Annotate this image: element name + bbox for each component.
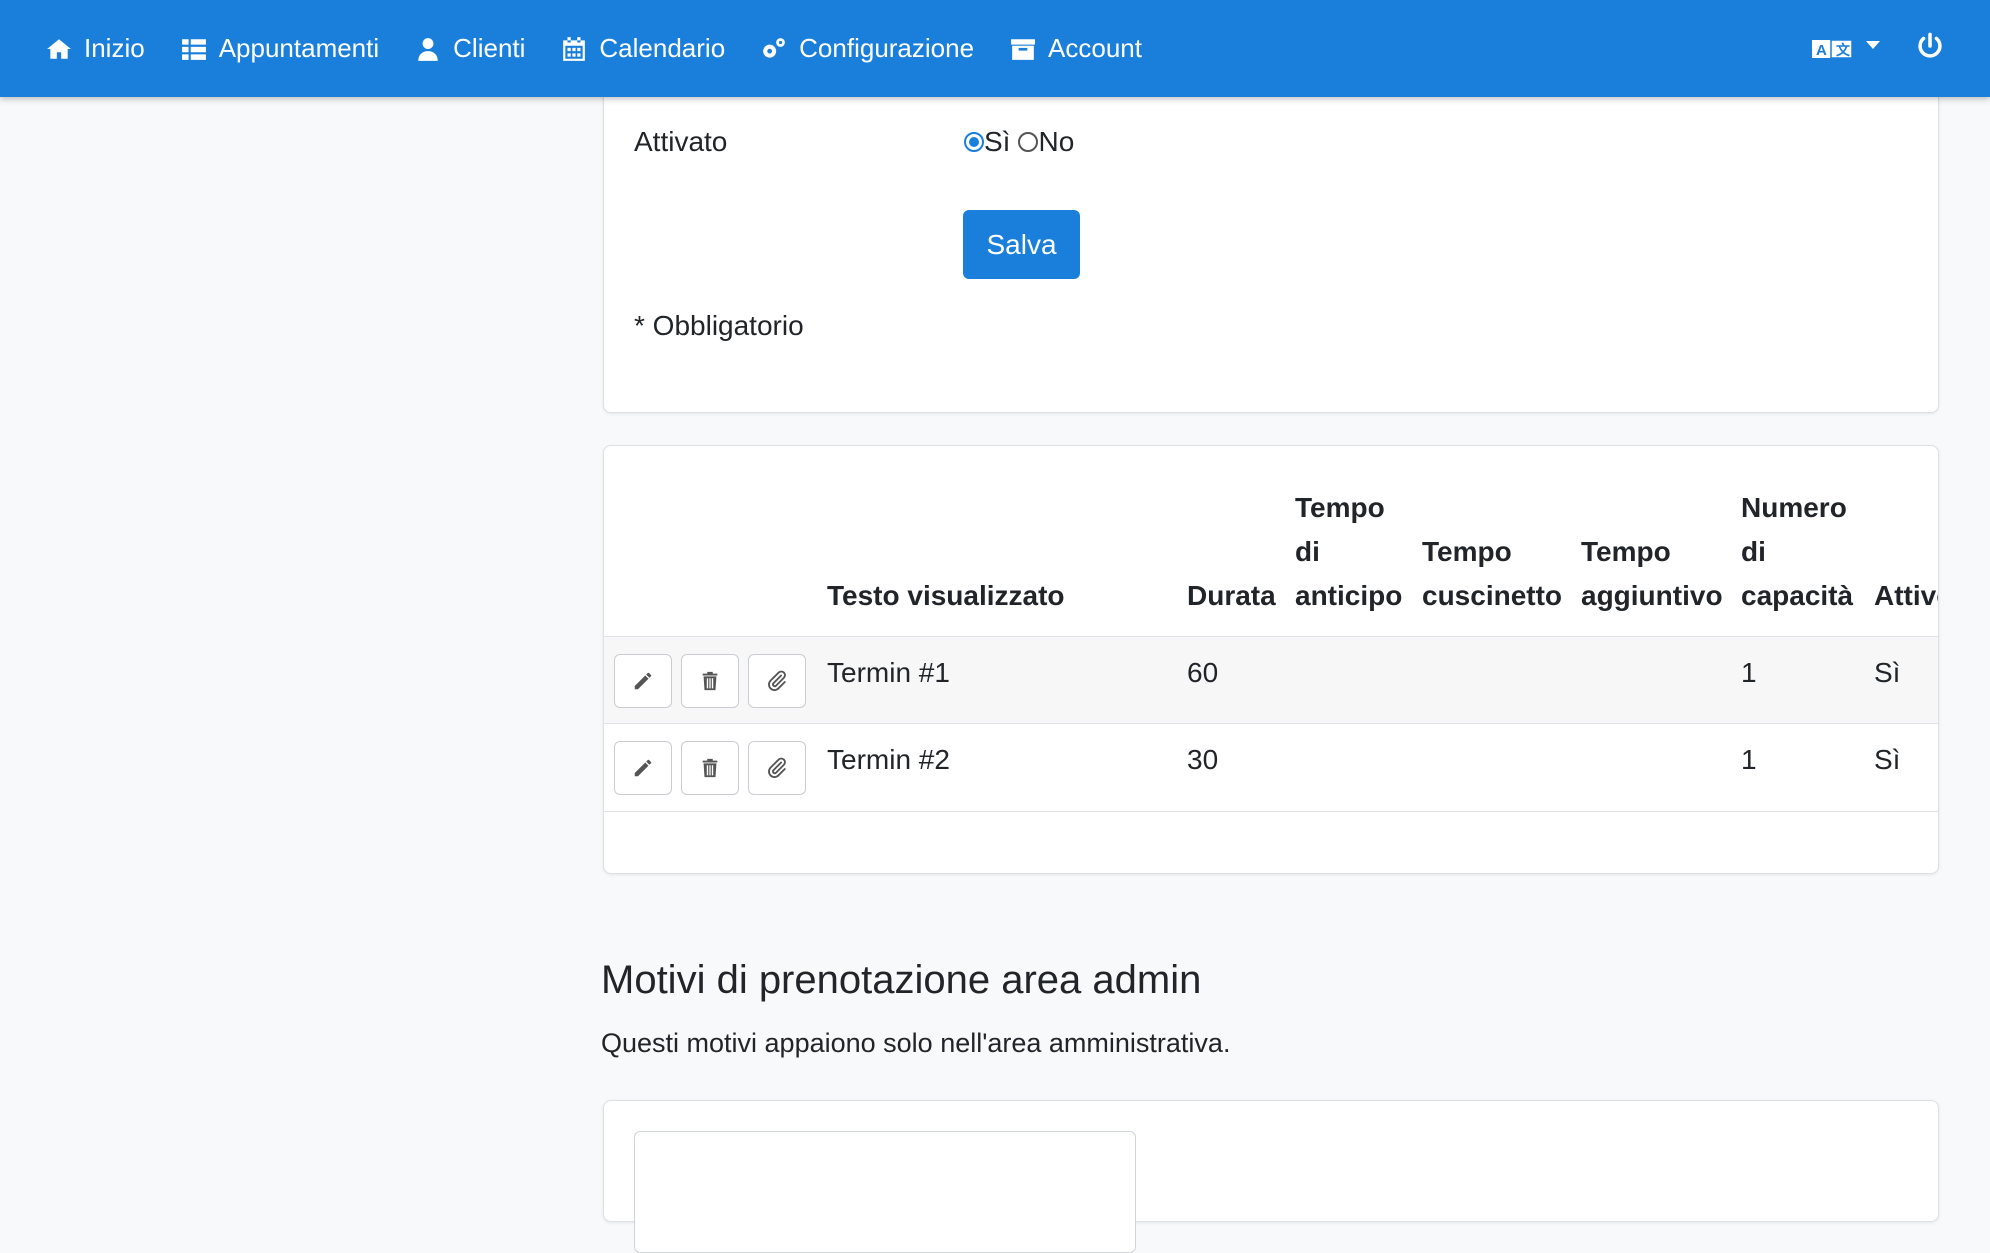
cell-active: Sì	[1874, 744, 1901, 775]
home-icon	[47, 38, 71, 59]
cell-text: Termin #2	[827, 744, 950, 775]
header-extra: Tempo aggiuntivo	[1581, 536, 1723, 611]
nav-item-account[interactable]: Account	[1010, 33, 1142, 64]
edit-icon	[634, 759, 652, 777]
svg-text:文: 文	[1836, 42, 1851, 59]
edit-button[interactable]	[614, 741, 672, 795]
nav-item-label: Calendario	[599, 33, 726, 63]
admin-section-title: Motivi di prenotazione area admin	[601, 958, 1202, 1002]
cell-capacity: 1	[1741, 657, 1757, 688]
gears-icon	[763, 37, 785, 58]
cell-capacity: 1	[1741, 744, 1757, 775]
nav-item-label: Appuntamenti	[218, 33, 380, 63]
table-row: Termin #1 60 1 Sì	[604, 636, 1938, 724]
chevron-down-icon	[1866, 40, 1880, 49]
delete-icon	[702, 758, 718, 778]
svg-text:A: A	[1816, 42, 1827, 59]
user-icon	[418, 37, 438, 61]
power-icon	[1918, 32, 1942, 58]
header-advance: Tempo di anticipo	[1295, 492, 1403, 611]
nav-item-label: Inizio	[84, 33, 145, 63]
language-icon: A 文	[1812, 38, 1852, 59]
header-capacity: Numero di capacità	[1741, 492, 1854, 611]
logout-button[interactable]	[1916, 32, 1944, 65]
radio-yes[interactable]	[964, 132, 984, 152]
activated-radio-group: Sì No	[964, 126, 1074, 158]
header-text: Testo visualizzato	[827, 580, 1065, 611]
delete-icon	[702, 671, 718, 691]
header-duration: Durata	[1187, 580, 1276, 611]
archive-icon	[1011, 38, 1035, 60]
radio-no[interactable]	[1018, 132, 1039, 152]
cell-text: Termin #1	[827, 657, 950, 688]
nav-item-clienti[interactable]: Clienti	[415, 33, 525, 64]
nav-item-label: Clienti	[453, 33, 526, 63]
cell-duration: 30	[1187, 744, 1219, 775]
nav-item-label: Configurazione	[799, 33, 975, 63]
list-icon	[181, 38, 206, 60]
nav-item-configurazione[interactable]: Configurazione	[761, 33, 974, 64]
radio-no-label: No	[1038, 126, 1075, 157]
activated-label: Attivato	[634, 126, 728, 157]
attach-icon	[768, 757, 786, 778]
radio-yes-label: Sì	[984, 126, 1011, 157]
header-active: Attivo	[1874, 580, 1938, 611]
nav-item-inizio[interactable]: Inizio	[46, 33, 145, 64]
save-button[interactable]: Salva	[963, 210, 1080, 279]
delete-button[interactable]	[681, 741, 739, 795]
admin-reason-input[interactable]	[634, 1131, 1136, 1253]
cell-duration: 60	[1187, 657, 1219, 688]
attach-icon	[768, 670, 786, 691]
cell-active: Sì	[1874, 657, 1901, 688]
edit-button[interactable]	[614, 654, 672, 708]
delete-button[interactable]	[681, 654, 739, 708]
calendar-icon	[563, 36, 586, 61]
nav-right: A 文	[1812, 0, 1944, 97]
required-note: * Obbligatorio	[634, 310, 804, 341]
booking-reasons-table: Testo visualizzato Durata Tempo di antic…	[603, 445, 1939, 874]
attach-button[interactable]	[748, 741, 806, 795]
table-bottom-border	[604, 811, 1938, 812]
top-navbar: Inizio Appuntamenti Clienti Calendario C…	[0, 0, 1990, 97]
nav-item-calendario[interactable]: Calendario	[561, 33, 725, 64]
attach-button[interactable]	[748, 654, 806, 708]
language-dropdown[interactable]: A 文	[1812, 37, 1880, 61]
edit-icon	[634, 672, 652, 690]
table-row: Termin #2 30 1 Sì	[604, 723, 1938, 811]
admin-reasons-card	[603, 1100, 1939, 1253]
nav-menu: Inizio Appuntamenti Clienti Calendario C…	[46, 0, 1178, 97]
header-buffer: Tempo cuscinetto	[1422, 536, 1563, 611]
form-card: Attivato Sì No Salva * Obbligatorio	[603, 70, 1939, 413]
nav-item-label: Account	[1048, 33, 1142, 63]
admin-section-description: Questi motivi appaiono solo nell'area am…	[601, 1028, 1231, 1058]
nav-item-appuntamenti[interactable]: Appuntamenti	[181, 33, 379, 64]
